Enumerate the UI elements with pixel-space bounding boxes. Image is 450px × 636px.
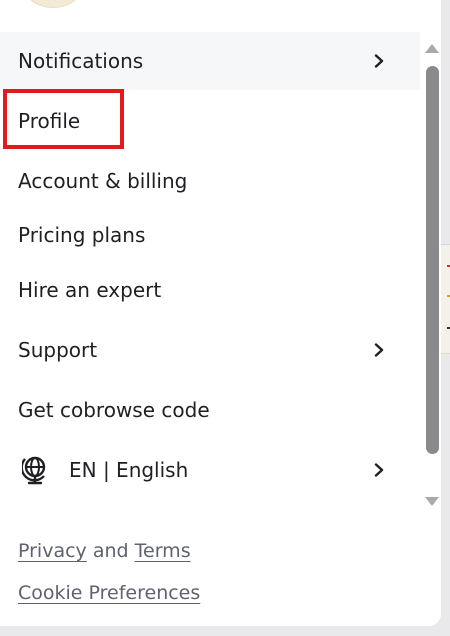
footer-legal-links: Privacy and Terms — [18, 540, 191, 562]
scroll-down-arrow-icon[interactable] — [425, 497, 439, 506]
menu-item-language[interactable]: EN | English — [0, 440, 420, 500]
menu-item-pricing-plans[interactable]: Pricing plans — [0, 208, 420, 262]
terms-link[interactable]: Terms — [135, 540, 191, 562]
menu-item-cobrowse-code[interactable]: Get cobrowse code — [0, 380, 420, 440]
chevron-right-icon — [374, 343, 384, 357]
scroll-thumb[interactable] — [426, 66, 439, 454]
menu-item-notifications[interactable]: Notifications — [0, 32, 420, 90]
menu-item-support[interactable]: Support — [0, 320, 420, 380]
account-menu-panel: Notifications Profile Account & billing … — [0, 0, 441, 626]
menu-item-label: Profile — [18, 109, 81, 133]
chevron-right-icon — [374, 54, 384, 68]
scroll-up-arrow-icon[interactable] — [425, 44, 439, 53]
and-text: and — [92, 540, 129, 562]
menu-item-label: Account & billing — [18, 169, 188, 193]
menu-item-label: Support — [18, 338, 98, 362]
menu-item-account-billing[interactable]: Account & billing — [0, 154, 420, 208]
menu-item-label: Get cobrowse code — [18, 398, 210, 422]
menu-item-label: Notifications — [18, 49, 144, 73]
menu-item-label: Hire an expert — [18, 278, 162, 302]
footer-cookie: Cookie Preferences — [18, 582, 200, 604]
scrollbar[interactable] — [421, 40, 441, 510]
cookie-preferences-link[interactable]: Cookie Preferences — [18, 582, 200, 604]
menu-item-profile[interactable]: Profile — [0, 92, 420, 150]
menu-item-hire-expert[interactable]: Hire an expert — [0, 262, 420, 318]
chevron-right-icon — [374, 463, 384, 477]
globe-icon — [22, 456, 46, 485]
menu-item-label: Pricing plans — [18, 223, 146, 247]
avatar — [26, 0, 80, 8]
privacy-link[interactable]: Privacy — [18, 540, 87, 562]
